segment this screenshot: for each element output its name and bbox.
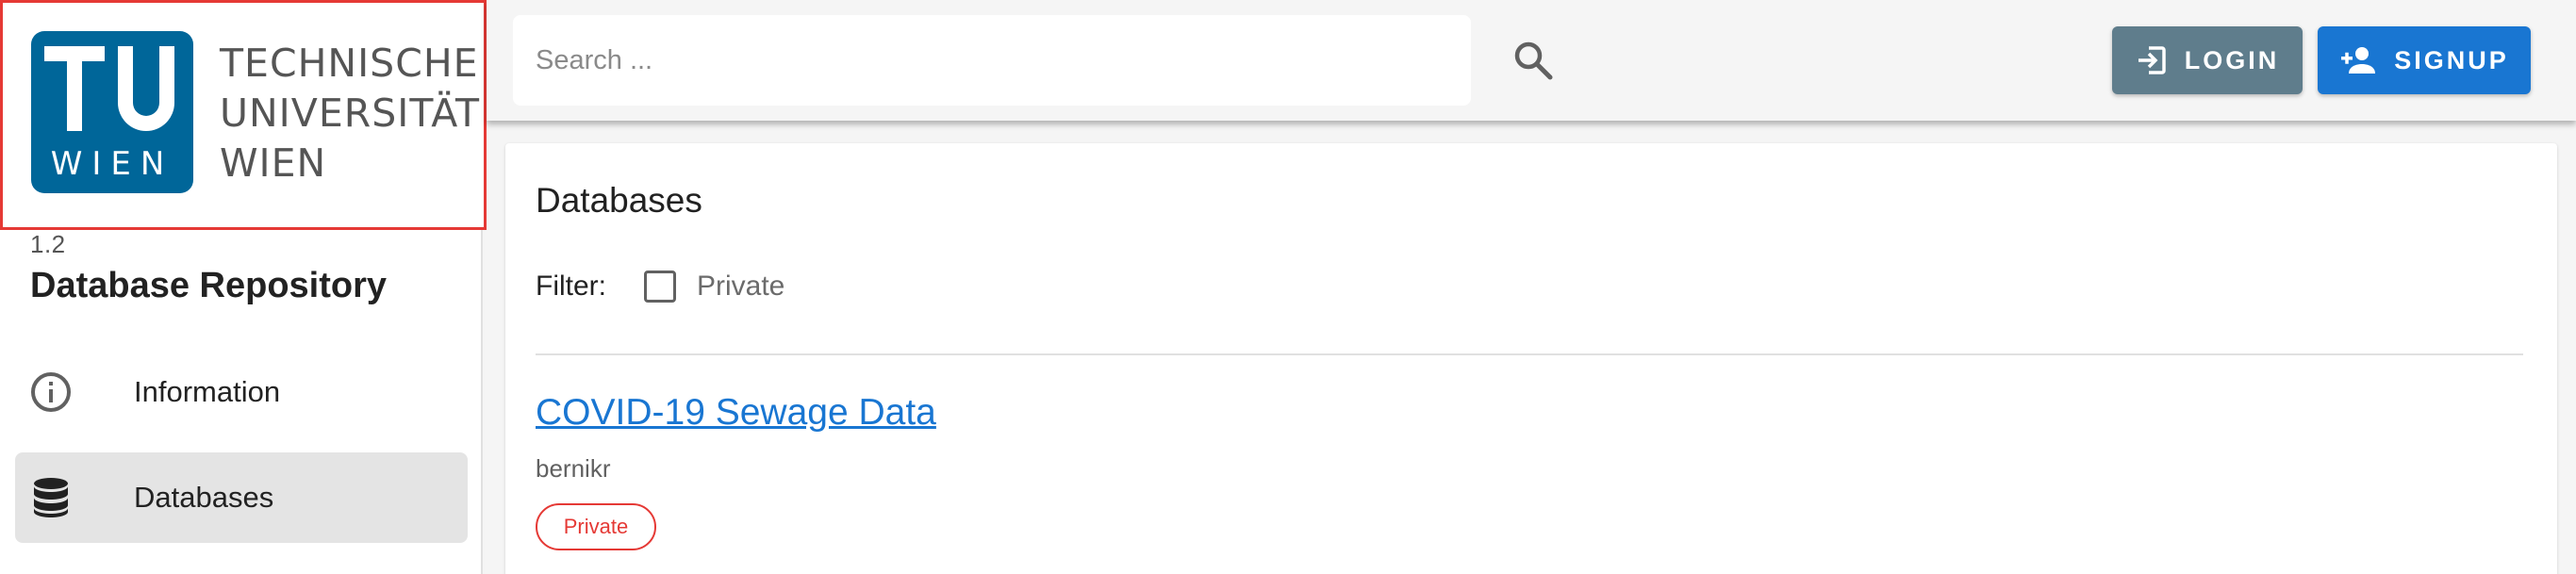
signup-button[interactable]: SIGNUP [2318, 26, 2531, 94]
wordmark-line-2: UNIVERSITÄT [220, 90, 481, 136]
tu-wien-logo-glyph: WIEN [44, 46, 174, 183]
search-input[interactable] [513, 15, 1471, 106]
sidebar-item-label: Databases [134, 481, 274, 514]
info-icon [28, 369, 74, 415]
login-label: LOGIN [2184, 45, 2280, 74]
wordmark-line-1: TECHNISCHE [220, 41, 479, 86]
app-root: WIEN TECHNISCHE UNIVERSITÄT WIEN 1.2 Dat… [0, 0, 2576, 574]
database-owner: bernikr [536, 454, 611, 483]
tu-wien-wordmark: TECHNISCHE UNIVERSITÄT WIEN [220, 39, 480, 189]
login-icon [2136, 44, 2168, 76]
wordmark-line-3: WIEN [220, 140, 327, 186]
database-icon [28, 475, 74, 520]
filter-row: Filter: Private [536, 260, 784, 313]
search-icon[interactable] [1505, 32, 1561, 89]
sidebar-item-information[interactable]: Information [15, 347, 468, 437]
sidebar: WIEN TECHNISCHE UNIVERSITÄT WIEN 1.2 Dat… [0, 0, 487, 574]
divider [536, 353, 2523, 355]
sidebar-item-databases[interactable]: Databases [15, 452, 468, 543]
private-filter-label[interactable]: Private [697, 271, 784, 303]
signup-label: SIGNUP [2394, 45, 2509, 74]
sidebar-item-label: Information [134, 375, 281, 408]
page-title: Databases [536, 181, 702, 220]
app-version: 1.2 [30, 230, 66, 258]
filter-label: Filter: [536, 271, 606, 302]
app-title: Database Repository [30, 266, 388, 305]
logo-mark-bottom: WIEN [51, 145, 174, 183]
top-bar: LOGIN SIGNUP [487, 0, 2576, 121]
login-button[interactable]: LOGIN [2112, 26, 2303, 94]
database-title-link[interactable]: COVID-19 Sewage Data [536, 392, 936, 434]
private-filter-checkbox[interactable] [644, 271, 676, 303]
person-add-icon [2339, 45, 2377, 75]
databases-card: Databases Filter: Private COVID-19 Sewag… [505, 143, 2557, 574]
tu-wien-logo-mark: WIEN [31, 31, 193, 193]
tu-wien-logo[interactable]: WIEN TECHNISCHE UNIVERSITÄT WIEN [0, 0, 487, 230]
private-badge: Private [536, 503, 656, 550]
